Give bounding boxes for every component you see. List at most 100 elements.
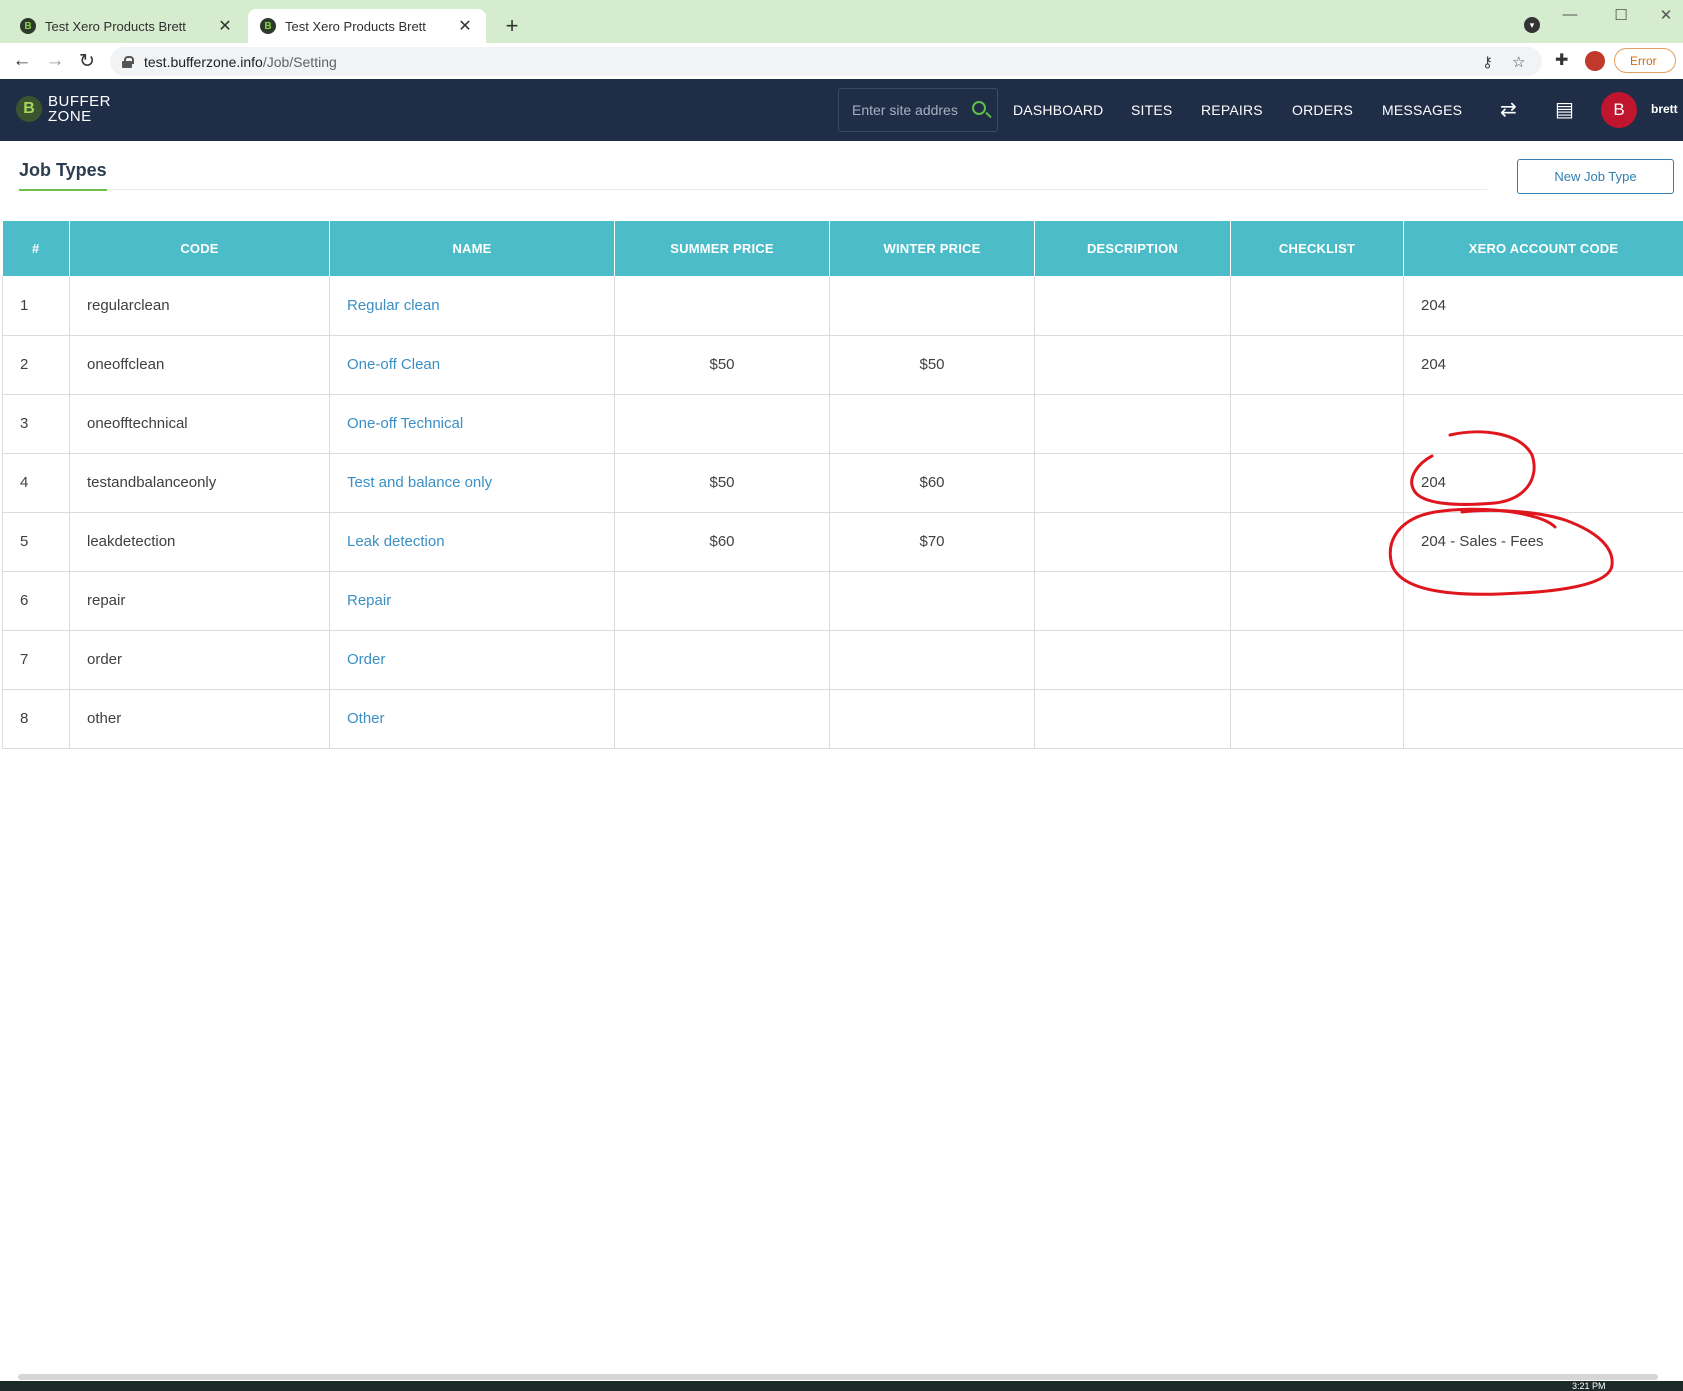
app-header: B BUFFER ZONE DASHBOARD SITES REPAIRS OR…	[0, 79, 1683, 141]
cell-name-link[interactable]: Test and balance only	[329, 453, 615, 513]
cell-num: 1	[2, 276, 70, 336]
cell-xero-code	[1403, 689, 1683, 749]
cell-num: 6	[2, 571, 70, 631]
logo-mark-icon: B	[16, 96, 42, 122]
cell-name-link[interactable]: Order	[329, 630, 615, 690]
cell-winter-price: $60	[829, 453, 1035, 513]
cell-description	[1034, 630, 1231, 690]
search-icon[interactable]	[972, 101, 986, 115]
cell-xero-code	[1403, 630, 1683, 690]
close-window-icon[interactable]: ✕	[1656, 6, 1676, 24]
col-header-checklist[interactable]: CHECKLIST	[1230, 221, 1404, 276]
table-row[interactable]: 8 other Other	[2, 689, 1683, 749]
cell-code: order	[69, 630, 330, 690]
new-tab-icon[interactable]: +	[500, 13, 524, 39]
cell-code: other	[69, 689, 330, 749]
cell-winter-price	[829, 689, 1035, 749]
cell-name-link[interactable]: One-off Clean	[329, 335, 615, 395]
cell-description	[1034, 571, 1231, 631]
maximize-icon[interactable]: ☐	[1611, 6, 1631, 24]
browser-tab-1[interactable]: B Test Xero Products Brett ✕	[8, 9, 246, 43]
page-title: Job Types	[19, 160, 107, 180]
cell-name-link[interactable]: One-off Technical	[329, 394, 615, 454]
cell-name-link[interactable]: Other	[329, 689, 615, 749]
table-row[interactable]: 6 repair Repair	[2, 571, 1683, 631]
reload-icon[interactable]: ↻	[75, 49, 99, 73]
error-label: Error	[1630, 53, 1657, 68]
lock-icon	[122, 55, 134, 68]
cell-xero-code: 204	[1403, 276, 1683, 336]
cell-code: leakdetection	[69, 512, 330, 572]
tab-title: Test Xero Products Brett	[285, 18, 426, 34]
address-bar[interactable]: test.bufferzone.info/Job/Setting ⚷ ☆	[110, 47, 1542, 76]
nav-sites[interactable]: SITES	[1131, 102, 1172, 118]
col-header-xero-account-code[interactable]: XERO ACCOUNT CODE	[1403, 221, 1683, 276]
nav-repairs[interactable]: REPAIRS	[1201, 102, 1263, 118]
chat-icon[interactable]: ▤	[1555, 97, 1574, 122]
job-types-table: # CODE NAME SUMMER PRICE WINTER PRICE DE…	[2, 221, 1683, 749]
title-divider	[107, 189, 1487, 190]
bufferzone-logo[interactable]: B BUFFER ZONE	[16, 94, 111, 124]
nav-orders[interactable]: ORDERS	[1292, 102, 1353, 118]
table-row[interactable]: 2 oneoffclean One-off Clean $50 $50 204	[2, 335, 1683, 395]
site-search-box	[838, 88, 998, 132]
cell-xero-code: 204	[1403, 453, 1683, 513]
cell-name-link[interactable]: Repair	[329, 571, 615, 631]
cell-summer-price	[614, 394, 830, 454]
col-header-summer-price[interactable]: SUMMER PRICE	[614, 221, 830, 276]
cell-checklist	[1230, 276, 1404, 336]
logo-line-2: ZONE	[48, 108, 92, 125]
tab-search-icon[interactable]: ▾	[1524, 17, 1540, 33]
username[interactable]: brett	[1651, 102, 1678, 116]
table-row[interactable]: 5 leakdetection Leak detection $60 $70 2…	[2, 512, 1683, 572]
cell-xero-code: 204	[1403, 335, 1683, 395]
cell-name-link[interactable]: Regular clean	[329, 276, 615, 336]
sync-icon[interactable]: ⇄	[1500, 97, 1517, 122]
cell-summer-price: $60	[614, 512, 830, 572]
key-icon[interactable]: ⚷	[1482, 53, 1493, 71]
nav-dashboard[interactable]: DASHBOARD	[1013, 102, 1103, 118]
table-row[interactable]: 4 testandbalanceonly Test and balance on…	[2, 453, 1683, 513]
profile-error-button[interactable]: Error	[1614, 48, 1676, 73]
cell-winter-price	[829, 394, 1035, 454]
cell-num: 4	[2, 453, 70, 513]
table-header-row: # CODE NAME SUMMER PRICE WINTER PRICE DE…	[2, 221, 1683, 276]
nav-messages[interactable]: MESSAGES	[1382, 102, 1462, 118]
table-row[interactable]: 3 oneofftechnical One-off Technical	[2, 394, 1683, 454]
cell-code: repair	[69, 571, 330, 631]
browser-tab-2[interactable]: B Test Xero Products Brett ✕	[248, 9, 486, 43]
forward-arrow-icon[interactable]: →	[43, 49, 67, 73]
horizontal-scrollbar[interactable]	[18, 1374, 1658, 1380]
profile-icon[interactable]	[1585, 51, 1605, 71]
cell-summer-price: $50	[614, 453, 830, 513]
cell-num: 2	[2, 335, 70, 395]
cell-checklist	[1230, 394, 1404, 454]
close-tab-icon[interactable]: ✕	[456, 16, 474, 36]
tab-title: Test Xero Products Brett	[45, 18, 186, 34]
cell-winter-price: $70	[829, 512, 1035, 572]
avatar[interactable]: B	[1601, 92, 1637, 128]
col-header-num[interactable]: #	[2, 221, 70, 276]
extensions-puzzle-icon[interactable]: ✚	[1555, 50, 1568, 70]
table-row[interactable]: 7 order Order	[2, 630, 1683, 690]
cell-description	[1034, 276, 1231, 336]
bookmark-star-icon[interactable]: ☆	[1512, 53, 1525, 71]
site-search-input[interactable]	[852, 102, 958, 118]
col-header-code[interactable]: CODE	[69, 221, 330, 276]
minimize-icon[interactable]: —	[1560, 6, 1580, 23]
cell-summer-price	[614, 571, 830, 631]
col-header-description[interactable]: DESCRIPTION	[1034, 221, 1231, 276]
col-header-name[interactable]: NAME	[329, 221, 615, 276]
close-tab-icon[interactable]: ✕	[216, 16, 234, 36]
cell-name-link[interactable]: Leak detection	[329, 512, 615, 572]
cell-description	[1034, 689, 1231, 749]
cell-summer-price: $50	[614, 335, 830, 395]
new-job-type-button[interactable]: New Job Type	[1517, 159, 1674, 194]
back-arrow-icon[interactable]: ←	[10, 49, 34, 73]
os-taskbar	[0, 1381, 1683, 1391]
logo-line-1: BUFFER	[48, 93, 111, 110]
table-row[interactable]: 1 regularclean Regular clean 204	[2, 276, 1683, 336]
col-header-winter-price[interactable]: WINTER PRICE	[829, 221, 1035, 276]
cell-description	[1034, 512, 1231, 572]
cell-winter-price	[829, 571, 1035, 631]
